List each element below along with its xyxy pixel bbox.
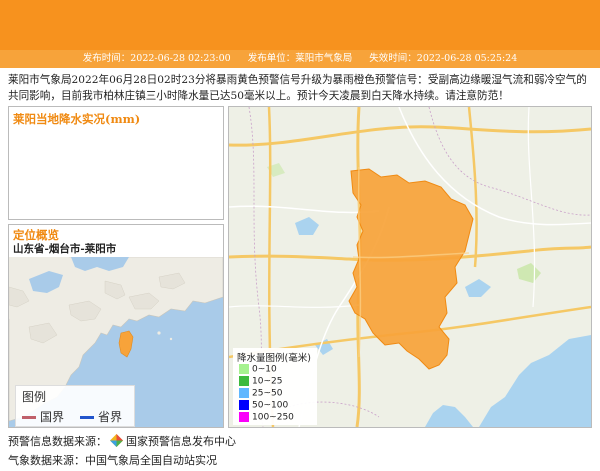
- legend-label: 100~250: [252, 412, 294, 423]
- overview-legend: 图例 国界 省界: [15, 385, 135, 427]
- warning-meta-bar: 发布时间：2022-06-28 02:23:00 发布单位：莱阳市气象局 失效时…: [0, 50, 600, 68]
- warning-center-link[interactable]: 国家预警信息发布中心: [126, 435, 236, 448]
- warning-center-logo-icon: [110, 434, 123, 450]
- location-overview-panel: 定位概览 山东省-烟台市-莱阳市 图例 国界 省界: [8, 224, 224, 428]
- source-line-warning: 预警信息数据来源： 国家预警信息发布中心: [8, 433, 236, 450]
- legend-national-border: 国界: [22, 408, 64, 425]
- overview-legend-title: 图例: [22, 390, 47, 404]
- rainfall-panel-title: 莱阳当地降水实况(mm): [13, 112, 141, 126]
- legend-swatch: [239, 400, 249, 410]
- legend-swatch: [239, 376, 249, 386]
- warning-description: 莱阳市气象局2022年06月28日02时23分将暴雨黄色预警信号升级为暴雨橙色预…: [8, 74, 587, 102]
- warning-area-map-panel: 降水量图例(毫米) 0~10 10~25 25~50 50~100 100~25…: [228, 106, 592, 428]
- legend-item-25-50: 25~50: [239, 388, 282, 399]
- legend-item-0-10: 0~10: [239, 364, 277, 375]
- publish-time: 发布时间：2022-06-28 02:23:00: [82, 53, 231, 64]
- rainfall-legend-title: 降水量图例(毫米): [237, 353, 311, 364]
- warning-source-prefix: 预警信息数据来源：: [8, 435, 107, 448]
- legend-swatch: [239, 412, 249, 422]
- national-border-label: 国界: [40, 410, 65, 424]
- local-rainfall-panel: 莱阳当地降水实况(mm): [8, 106, 224, 220]
- location-path: 山东省-烟台市-莱阳市: [13, 243, 117, 255]
- legend-item-50-100: 50~100: [239, 400, 288, 411]
- legend-label: 50~100: [252, 400, 289, 411]
- top-banner: [0, 0, 600, 50]
- rainfall-legend: 降水量图例(毫米) 0~10 10~25 25~50 50~100 100~25…: [233, 348, 317, 425]
- legend-label: 0~10: [252, 364, 277, 375]
- publisher: 发布单位：莱阳市气象局: [247, 53, 353, 64]
- legend-item-10-25: 10~25: [239, 376, 282, 387]
- legend-item-100-250: 100~250: [239, 412, 294, 423]
- legend-label: 25~50: [252, 388, 283, 399]
- legend-swatch: [239, 388, 249, 398]
- province-border-swatch: [80, 416, 94, 419]
- legend-swatch: [239, 364, 249, 374]
- legend-label: 10~25: [252, 376, 283, 387]
- source-line-weather: 气象数据来源：中国气象局全国自动站实况: [8, 454, 217, 467]
- legend-province-border: 省界: [80, 408, 122, 425]
- national-border-swatch: [22, 416, 36, 419]
- province-border-label: 省界: [98, 410, 123, 424]
- expire-time: 失效时间：2022-06-28 05:25:24: [369, 53, 518, 64]
